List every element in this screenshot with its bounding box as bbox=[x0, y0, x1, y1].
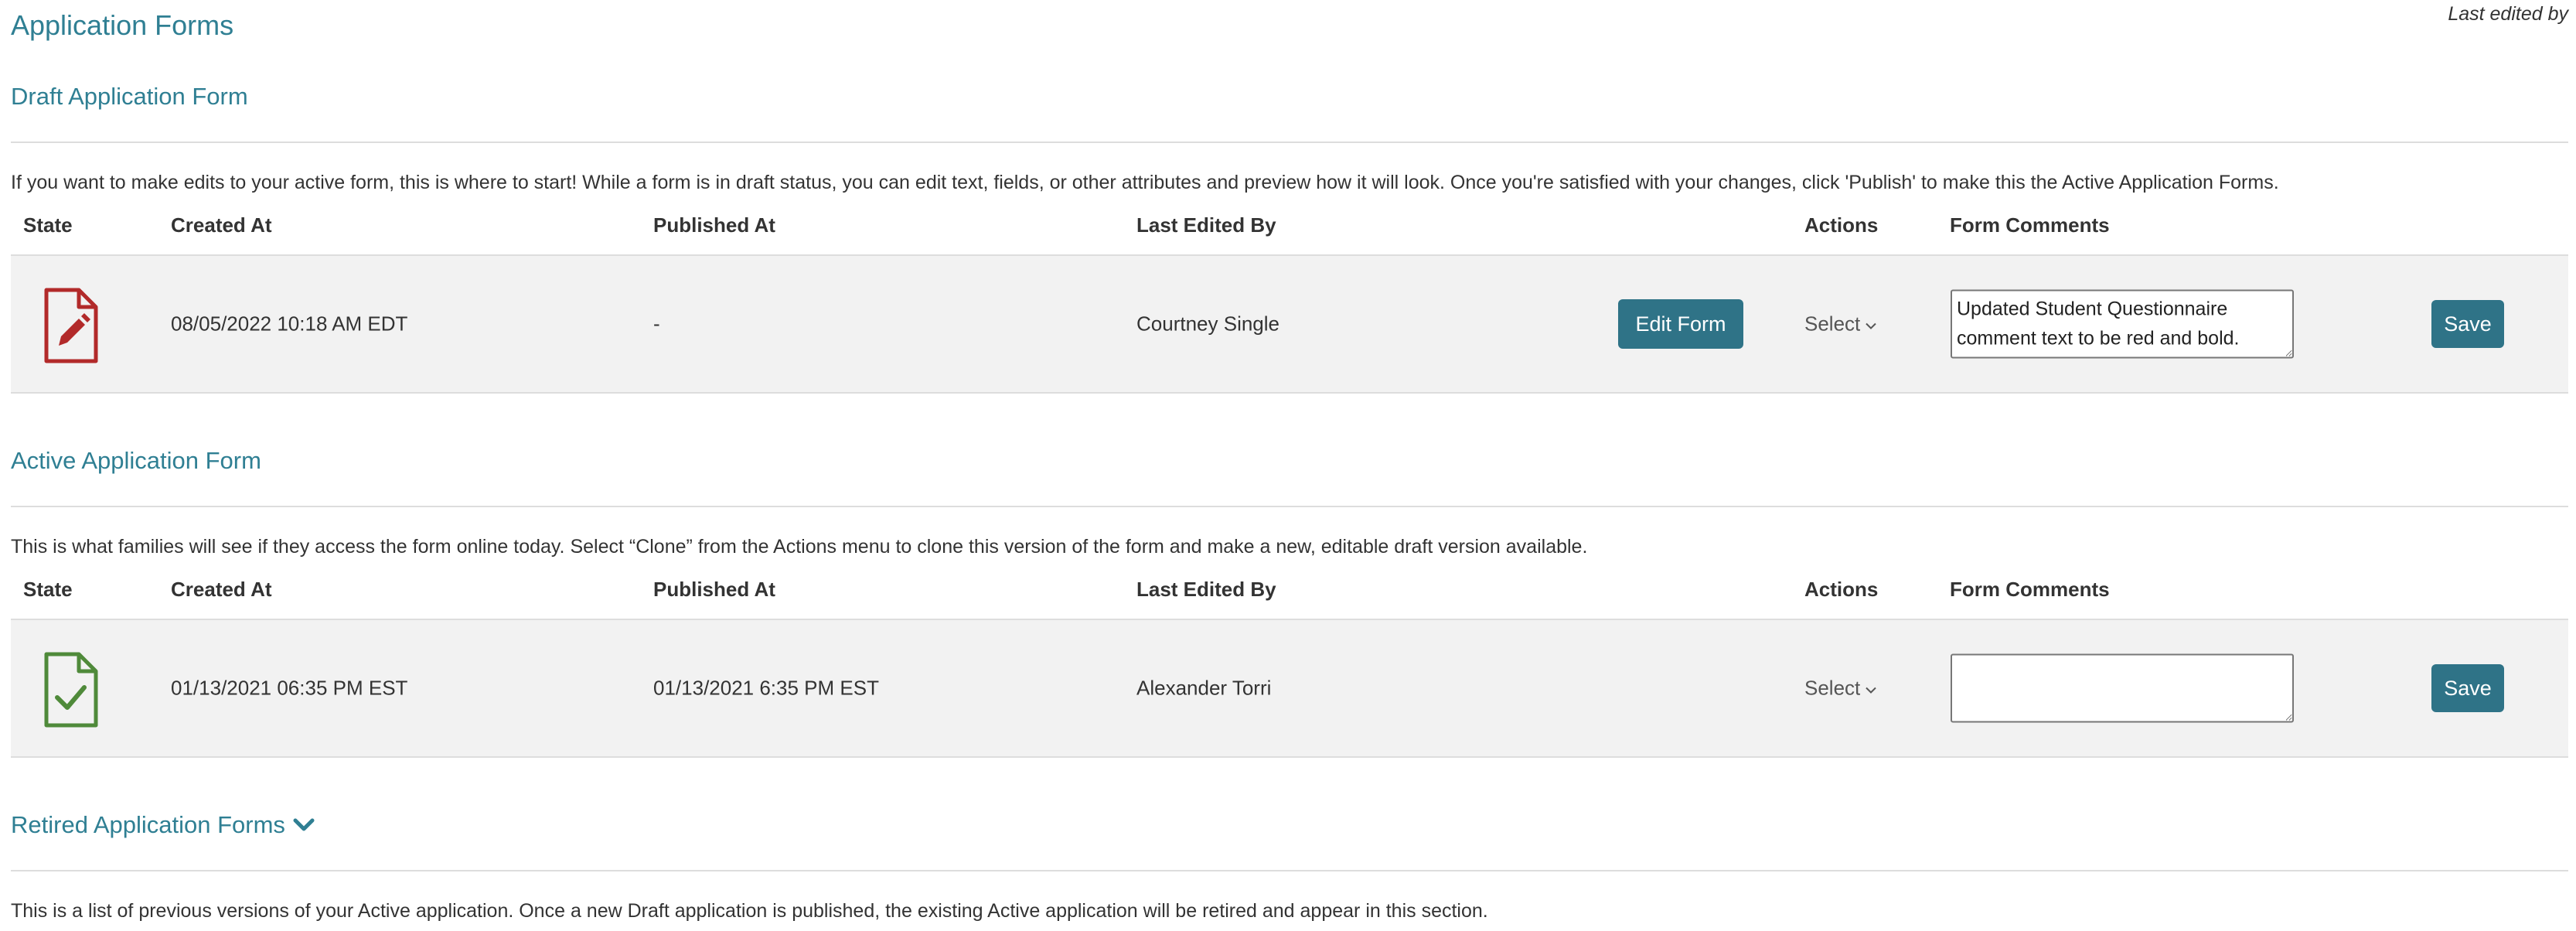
header-state: State bbox=[23, 578, 73, 601]
form-comments-input[interactable]: Updated Student Questionnaire comment te… bbox=[1951, 289, 2294, 359]
header-form-comments: Form Comments bbox=[1950, 213, 2110, 237]
header-published-at: Published At bbox=[653, 578, 775, 601]
header-state: State bbox=[23, 213, 73, 237]
form-comments-input[interactable] bbox=[1951, 653, 2294, 723]
actions-select-label: Select bbox=[1804, 312, 1861, 336]
created-at: 08/05/2022 10:18 AM EDT bbox=[171, 312, 408, 336]
actions-select[interactable]: Select bbox=[1804, 312, 1877, 336]
published-at: - bbox=[653, 312, 660, 336]
created-at: 01/13/2021 06:35 PM EST bbox=[171, 676, 408, 700]
header-actions: Actions bbox=[1804, 213, 1879, 237]
actions-select[interactable]: Select bbox=[1804, 677, 1877, 701]
active-section-description: This is what families will see if they a… bbox=[11, 536, 1588, 558]
header-created-at: Created At bbox=[171, 213, 272, 237]
file-check-icon bbox=[42, 651, 99, 732]
header-last-edited-by: Last Edited By bbox=[1136, 213, 1276, 237]
last-edited-by: Alexander Torri bbox=[1136, 676, 1272, 700]
chevron-down-icon bbox=[1865, 677, 1877, 701]
last-edited-by: Courtney Single bbox=[1136, 312, 1279, 336]
draft-section-title: Draft Application Form bbox=[11, 83, 248, 110]
table-row: 01/13/2021 06:35 PM EST 01/13/2021 6:35 … bbox=[11, 619, 2568, 758]
chevron-down-icon bbox=[1865, 312, 1877, 336]
header-created-at: Created At bbox=[171, 578, 272, 601]
header-last-edited-by: Last Edited By bbox=[1136, 578, 1276, 601]
header-published-at: Published At bbox=[653, 213, 775, 237]
file-edit-icon bbox=[42, 287, 99, 368]
section-divider bbox=[11, 506, 2568, 507]
header-actions: Actions bbox=[1804, 578, 1879, 601]
save-button[interactable]: Save bbox=[2431, 300, 2504, 348]
last-edited-by-label: Last edited by bbox=[2448, 3, 2568, 25]
edit-form-button[interactable]: Edit Form bbox=[1618, 299, 1743, 349]
page-title: Application Forms bbox=[11, 9, 234, 41]
header-form-comments: Form Comments bbox=[1950, 578, 2110, 601]
retired-section-description: This is a list of previous versions of y… bbox=[11, 900, 1488, 922]
section-divider bbox=[11, 870, 2568, 871]
section-divider bbox=[11, 142, 2568, 143]
save-button[interactable]: Save bbox=[2431, 664, 2504, 712]
table-row: 08/05/2022 10:18 AM EDT - Courtney Singl… bbox=[11, 254, 2568, 394]
retired-section-title: Retired Application Forms bbox=[11, 811, 285, 838]
actions-select-label: Select bbox=[1804, 676, 1861, 700]
retired-section-toggle[interactable]: Retired Application Forms bbox=[11, 811, 315, 839]
draft-section-description: If you want to make edits to your active… bbox=[11, 172, 2279, 193]
published-at: 01/13/2021 6:35 PM EST bbox=[653, 676, 879, 700]
active-section-title: Active Application Form bbox=[11, 447, 261, 474]
chevron-down-icon bbox=[293, 811, 315, 839]
